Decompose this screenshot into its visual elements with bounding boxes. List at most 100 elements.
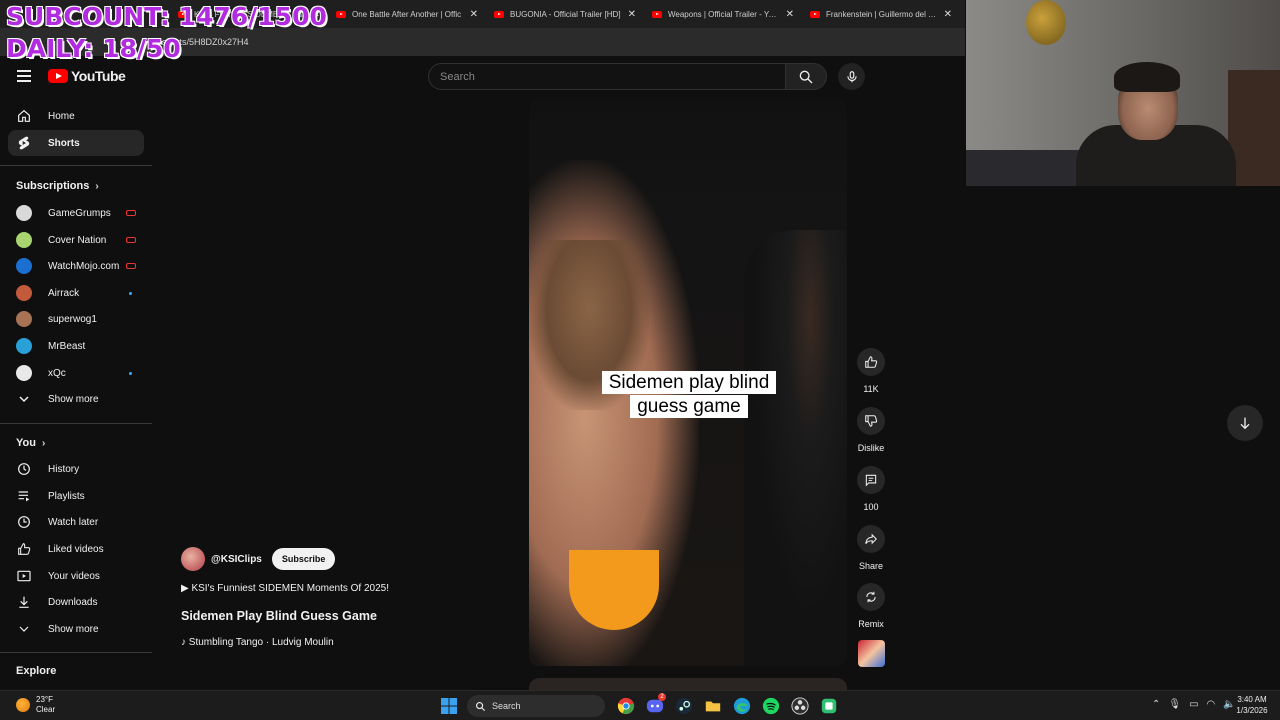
microphone-icon[interactable]: 🎙 <box>1168 699 1181 710</box>
voice-search-button[interactable] <box>838 63 865 90</box>
app-icon[interactable] <box>818 695 840 717</box>
browser-tab[interactable]: BUGONIA - Official Trailer [HD] ✕ <box>486 0 644 28</box>
downloads-icon <box>16 594 32 610</box>
sidebar: YouTube Home Shorts Subscriptions › GameG… <box>0 60 155 690</box>
subscription-item[interactable]: xQc <box>8 360 144 386</box>
subscription-item[interactable]: superwog1 <box>8 306 144 332</box>
like-action[interactable]: 11K <box>855 348 887 394</box>
music-link[interactable]: ♪ Stumbling Tango · Ludvig Moulin <box>181 637 334 648</box>
sidebar-item-playlists[interactable]: Playlists <box>8 483 144 509</box>
discord-icon[interactable]: 2 <box>644 693 666 717</box>
weather-widget[interactable]: 23°F Clear <box>16 695 55 715</box>
browser-tab[interactable]: Weapons | Official Trailer - YouT ✕ <box>644 0 802 28</box>
sidebar-item-liked-videos[interactable]: Liked videos <box>8 536 144 562</box>
video-title[interactable]: Sidemen Play Blind Guess Game <box>181 609 377 623</box>
chevron-up-icon[interactable]: ⌃ <box>1152 699 1160 710</box>
subscription-item[interactable]: WatchMojo.com <box>8 253 144 279</box>
comments-button[interactable] <box>857 466 885 494</box>
live-indicator-icon <box>126 263 136 269</box>
subscribe-button[interactable]: Subscribe <box>271 548 336 570</box>
video-caption: Sidemen play blind guess game <box>594 371 784 419</box>
weather-condition: Clear <box>36 705 56 714</box>
subscription-item[interactable]: GameGrumps <box>8 200 144 226</box>
playlist-link[interactable]: ▶ KSI's Funniest SIDEMEN Moments Of 2025… <box>181 583 389 594</box>
music-title: Stumbling Tango · Ludvig Moulin <box>188 637 334 648</box>
channel-name[interactable]: @KSIClips <box>211 554 262 565</box>
playlists-icon <box>16 488 32 504</box>
share-button[interactable] <box>857 525 885 553</box>
next-short-preview[interactable] <box>529 678 847 690</box>
dislike-action[interactable]: Dislike <box>855 407 887 453</box>
show-more-subscriptions[interactable]: Show more <box>8 386 144 412</box>
show-more-you[interactable]: Show more <box>8 616 144 642</box>
taskbar-search[interactable]: Search <box>467 695 605 717</box>
history-icon <box>16 461 32 477</box>
play-icon: ▶ <box>181 583 192 594</box>
menu-icon[interactable] <box>17 70 31 82</box>
display-icon[interactable]: ▭ <box>1189 699 1198 710</box>
search-input[interactable]: Search <box>428 63 786 90</box>
search-button[interactable] <box>786 63 827 90</box>
home-icon <box>16 108 32 124</box>
you-heading[interactable]: You › <box>16 437 45 449</box>
chevron-down-icon <box>16 391 32 407</box>
file-explorer-icon[interactable] <box>702 695 724 717</box>
search-icon <box>799 70 813 83</box>
steam-icon[interactable] <box>673 695 695 717</box>
windows-start-icon[interactable] <box>438 695 460 717</box>
sidebar-item-watch-later[interactable]: Watch later <box>8 509 144 535</box>
subscription-label: Airrack <box>48 287 80 299</box>
audio-source-thumbnail[interactable] <box>858 640 885 667</box>
channel-avatar <box>16 311 32 327</box>
share-action[interactable]: Share <box>855 525 887 571</box>
shorts-icon <box>16 135 32 151</box>
clock-time: 3:40 AM <box>1237 695 1267 704</box>
subscription-item[interactable]: MrBeast <box>8 333 144 359</box>
youtube-logo[interactable]: YouTube <box>48 68 126 84</box>
tab-close-icon[interactable]: ✕ <box>944 9 952 20</box>
wifi-icon[interactable]: ◠ <box>1207 699 1216 710</box>
dislike-button[interactable] <box>857 407 885 435</box>
channel-avatar[interactable] <box>181 547 205 571</box>
chevron-right-icon: › <box>95 180 99 192</box>
section-title: You <box>16 437 36 449</box>
divider <box>0 652 152 653</box>
browser-tab[interactable]: One Battle After Another | Offic ✕ <box>328 0 486 28</box>
video-frame-person-right <box>744 230 847 666</box>
subscription-label: GameGrumps <box>48 207 111 219</box>
sidebar-item-label: Your videos <box>48 570 100 582</box>
windows-taskbar: 23°F Clear Search 2 ⌃ 🎙 ▭ ◠ 🔈 3:40 AM 1/… <box>0 690 1280 720</box>
tab-close-icon[interactable]: ✕ <box>786 9 794 20</box>
sidebar-item-shorts[interactable]: Shorts <box>8 130 144 156</box>
subscriptions-heading[interactable]: Subscriptions › <box>16 180 99 192</box>
subscription-item[interactable]: Airrack <box>8 280 144 306</box>
sidebar-item-downloads[interactable]: Downloads <box>8 589 144 615</box>
sidebar-item-history[interactable]: History <box>8 456 144 482</box>
sidebar-item-your-videos[interactable]: Your videos <box>8 563 144 589</box>
subscription-item[interactable]: Cover Nation <box>8 227 144 253</box>
sidebar-item-home[interactable]: Home <box>8 103 144 129</box>
music-note-icon: ♪ <box>181 637 189 648</box>
tab-close-icon[interactable]: ✕ <box>628 9 636 20</box>
temperature: 23°F <box>36 695 53 704</box>
obs-icon[interactable] <box>789 695 811 717</box>
system-clock[interactable]: 3:40 AM 1/3/2026 <box>1228 694 1276 716</box>
tab-title: Frankenstein | Guillermo del Toro <box>826 9 938 19</box>
remix-action[interactable]: Remix <box>855 583 887 629</box>
spotify-icon[interactable] <box>760 695 782 717</box>
comments-action[interactable]: 100 <box>855 466 887 512</box>
comment-count: 100 <box>863 502 879 512</box>
remix-button[interactable] <box>857 583 885 611</box>
browser-tab[interactable]: Frankenstein | Guillermo del Toro ✕ <box>802 0 960 28</box>
youtube-favicon-icon <box>810 10 820 18</box>
edge-icon[interactable] <box>731 695 753 717</box>
subscription-label: xQc <box>48 367 66 379</box>
notification-badge: 2 <box>658 693 666 701</box>
chrome-icon[interactable] <box>615 695 637 717</box>
next-short-button[interactable] <box>1227 405 1263 441</box>
taskbar-apps: Search 2 <box>438 693 847 717</box>
weather-text: 23°F Clear <box>36 695 55 715</box>
search-icon <box>476 701 486 711</box>
like-button[interactable] <box>857 348 885 376</box>
tab-close-icon[interactable]: ✕ <box>470 9 478 20</box>
